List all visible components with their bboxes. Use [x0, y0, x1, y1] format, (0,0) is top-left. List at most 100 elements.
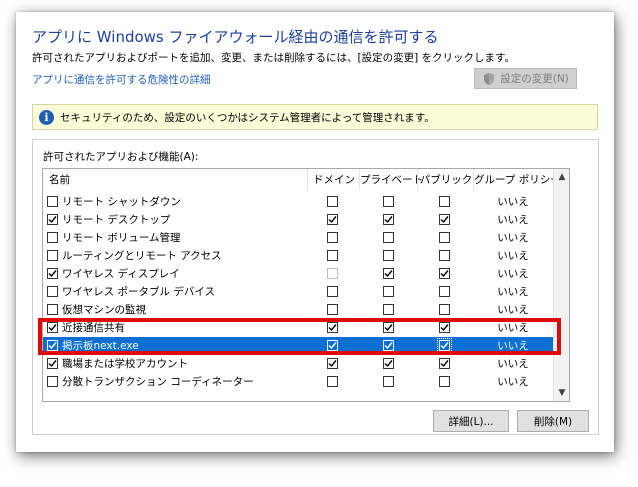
- header-public[interactable]: パブリック: [417, 169, 474, 191]
- admin-info-bar: i セキュリティのため、設定のいくつかはシステム管理者によって管理されます。: [32, 104, 598, 130]
- row-public-checkbox[interactable]: [439, 232, 450, 243]
- row-public-checkbox[interactable]: [439, 322, 450, 333]
- row-app-name: リモート シャットダウン: [62, 196, 181, 208]
- allowed-apps-group: 許可されたアプリおよび機能(A): 名前 ドメイン プライベート パブリック グ…: [32, 139, 599, 435]
- row-domain-checkbox[interactable]: [327, 286, 338, 297]
- row-app-name: ルーティングとリモート アクセス: [62, 250, 222, 262]
- dialog-subtitle: 許可されたアプリおよびポートを追加、変更、または削除するには、[設定の変更] を…: [32, 52, 515, 64]
- row-enabled-checkbox[interactable]: [47, 322, 58, 333]
- row-group-policy: いいえ: [497, 286, 529, 298]
- table-row[interactable]: リモート デスクトップ いいえ: [43, 211, 553, 229]
- row-private-checkbox[interactable]: [383, 376, 394, 387]
- row-enabled-checkbox[interactable]: [47, 340, 58, 351]
- row-app-name: リモート デスクトップ: [62, 214, 171, 226]
- row-private-checkbox[interactable]: [383, 304, 394, 315]
- row-private-checkbox[interactable]: [383, 214, 394, 225]
- row-public-checkbox[interactable]: [439, 358, 450, 369]
- row-group-policy: いいえ: [497, 340, 529, 352]
- row-private-checkbox[interactable]: [383, 358, 394, 369]
- row-app-name: リモート ボリューム管理: [62, 232, 181, 244]
- row-enabled-checkbox[interactable]: [47, 250, 58, 261]
- row-app-name: ワイヤレス ディスプレイ: [62, 268, 180, 280]
- row-domain-checkbox[interactable]: [327, 322, 338, 333]
- header-group-policy[interactable]: グループ ポリシー: [473, 169, 561, 191]
- row-group-policy: いいえ: [497, 358, 529, 370]
- row-domain-checkbox[interactable]: [327, 250, 338, 261]
- row-domain-checkbox[interactable]: [327, 376, 338, 387]
- dialog-title: アプリに Windows ファイアウォール経由の通信を許可する: [32, 28, 439, 46]
- table-scrollbar[interactable]: ▲ ▼: [553, 169, 569, 401]
- table-row[interactable]: ワイヤレス ポータブル デバイス いいえ: [43, 283, 553, 301]
- scroll-up-icon[interactable]: ▲: [554, 169, 569, 185]
- row-enabled-checkbox[interactable]: [47, 268, 58, 279]
- table-row[interactable]: 分散トランザクション コーディネーター いいえ: [43, 373, 553, 391]
- header-domain[interactable]: ドメイン: [307, 169, 360, 191]
- row-enabled-checkbox[interactable]: [47, 232, 58, 243]
- row-domain-checkbox[interactable]: [327, 304, 338, 315]
- row-private-checkbox[interactable]: [383, 322, 394, 333]
- row-public-checkbox[interactable]: [439, 196, 450, 207]
- scroll-down-icon[interactable]: ▼: [554, 385, 569, 401]
- header-name[interactable]: 名前: [49, 169, 70, 191]
- firewall-dialog: アプリに Windows ファイアウォール経由の通信を許可する 許可されたアプリ…: [16, 12, 614, 452]
- header-private[interactable]: プライベート: [359, 169, 423, 191]
- table-row[interactable]: 近接通信共有 いいえ: [43, 319, 553, 337]
- row-private-checkbox[interactable]: [383, 196, 394, 207]
- row-public-checkbox[interactable]: [439, 286, 450, 297]
- table-row[interactable]: ワイヤレス ディスプレイ いいえ: [43, 265, 553, 283]
- row-enabled-checkbox[interactable]: [47, 304, 58, 315]
- table-header: 名前 ドメイン プライベート パブリック グループ ポリシー: [43, 169, 561, 191]
- table-row[interactable]: リモート ボリューム管理 いいえ: [43, 229, 553, 247]
- row-public-checkbox[interactable]: [439, 376, 450, 387]
- info-message: セキュリティのため、設定のいくつかはシステム管理者によって管理されます。: [60, 111, 435, 124]
- row-enabled-checkbox[interactable]: [47, 196, 58, 207]
- row-domain-checkbox[interactable]: [327, 214, 338, 225]
- row-app-name: 分散トランザクション コーディネーター: [62, 376, 254, 388]
- table-row[interactable]: 掲示板next.exe いいえ: [43, 337, 553, 355]
- row-domain-checkbox[interactable]: [327, 268, 338, 279]
- table-row[interactable]: 職場または学校アカウント いいえ: [43, 355, 553, 373]
- row-public-checkbox[interactable]: [439, 268, 450, 279]
- row-app-name: 仮想マシンの監視: [62, 304, 146, 316]
- change-settings-label: 設定の変更(N): [500, 73, 569, 85]
- row-group-policy: いいえ: [497, 304, 529, 316]
- row-enabled-checkbox[interactable]: [47, 376, 58, 387]
- row-group-policy: いいえ: [497, 214, 529, 226]
- table-row[interactable]: 仮想マシンの監視 いいえ: [43, 301, 553, 319]
- row-public-checkbox[interactable]: [439, 250, 450, 261]
- remove-button[interactable]: 削除(M): [517, 410, 589, 432]
- row-domain-checkbox[interactable]: [327, 340, 338, 351]
- row-private-checkbox[interactable]: [383, 250, 394, 261]
- details-button[interactable]: 詳細(L)...: [433, 410, 509, 432]
- allowed-apps-table[interactable]: 名前 ドメイン プライベート パブリック グループ ポリシー リモート シャット…: [42, 168, 570, 402]
- row-private-checkbox[interactable]: [383, 232, 394, 243]
- row-enabled-checkbox[interactable]: [47, 358, 58, 369]
- row-private-checkbox[interactable]: [383, 268, 394, 279]
- row-group-policy: いいえ: [497, 376, 529, 388]
- row-domain-checkbox[interactable]: [327, 232, 338, 243]
- change-settings-button[interactable]: 設定の変更(N): [474, 68, 577, 89]
- row-private-checkbox[interactable]: [383, 286, 394, 297]
- row-app-name: 掲示板next.exe: [62, 340, 139, 352]
- row-group-policy: いいえ: [497, 196, 529, 208]
- row-app-name: 職場または学校アカウント: [62, 358, 188, 370]
- row-domain-checkbox[interactable]: [327, 196, 338, 207]
- table-row[interactable]: ルーティングとリモート アクセス いいえ: [43, 247, 553, 265]
- row-domain-checkbox[interactable]: [327, 358, 338, 369]
- allowed-apps-label: 許可されたアプリおよび機能(A):: [43, 151, 199, 163]
- table-row[interactable]: リモート シャットダウン いいえ: [43, 193, 553, 211]
- row-public-checkbox[interactable]: [439, 214, 450, 225]
- risk-info-link[interactable]: アプリに通信を許可する危険性の詳細: [32, 72, 211, 87]
- row-group-policy: いいえ: [497, 322, 529, 334]
- row-group-policy: いいえ: [497, 268, 529, 280]
- uac-shield-icon: [484, 72, 495, 85]
- row-public-checkbox[interactable]: [439, 304, 450, 315]
- row-enabled-checkbox[interactable]: [47, 286, 58, 297]
- row-enabled-checkbox[interactable]: [47, 214, 58, 225]
- row-public-checkbox[interactable]: [437, 338, 452, 353]
- row-app-name: 近接通信共有: [62, 322, 125, 334]
- info-icon: i: [39, 109, 54, 125]
- row-group-policy: いいえ: [497, 232, 529, 244]
- row-private-checkbox[interactable]: [383, 340, 394, 351]
- row-group-policy: いいえ: [497, 250, 529, 262]
